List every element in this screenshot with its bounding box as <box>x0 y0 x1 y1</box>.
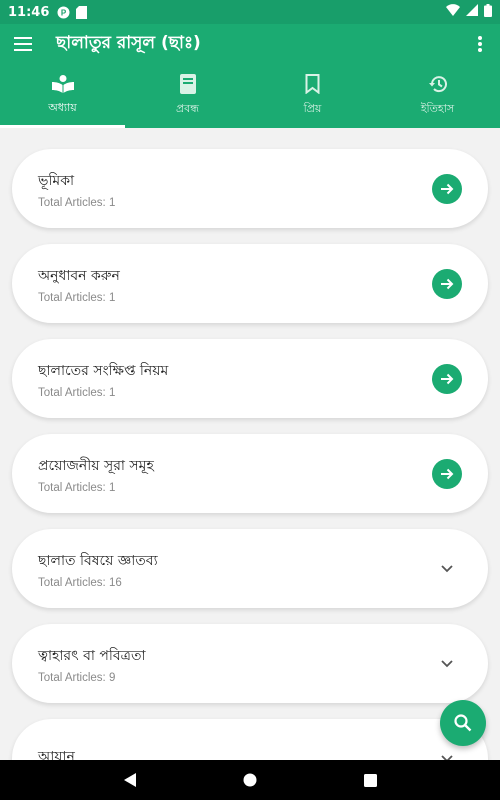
book-icon <box>179 73 196 94</box>
chapter-title: ছালাতের সংক্ষিপ্ত নিয়ম <box>38 362 169 379</box>
tab-label: ইতিহাস <box>420 101 455 115</box>
expand-button[interactable] <box>432 649 462 679</box>
open-chapter-button[interactable] <box>432 173 462 204</box>
tab-label: অধ্যায় <box>48 100 77 114</box>
expand-button[interactable] <box>432 554 462 584</box>
status-bar: 11:46 P <box>0 0 500 24</box>
svg-text:P: P <box>61 8 67 17</box>
chapter-article-count: Total Articles: 1 <box>38 291 116 304</box>
chapter-card[interactable]: ছালাত বিষয়ে জ্ঞাতব্য Total Articles: 16 <box>12 529 488 608</box>
tab-favorites[interactable]: প্রিয় <box>250 64 375 128</box>
chapter-article-count: Total Articles: 9 <box>38 671 116 684</box>
battery-icon <box>484 3 492 21</box>
chapter-title: প্রয়োজনীয় সূরা সমূহ <box>38 457 154 474</box>
chevron-down-icon <box>441 564 453 572</box>
home-icon <box>243 773 257 787</box>
expand-button[interactable] <box>432 744 462 760</box>
chapter-card[interactable]: আযান <box>12 719 488 760</box>
chapter-article-count: Total Articles: 1 <box>38 196 116 209</box>
back-icon <box>124 773 136 787</box>
chapter-title: অনুধাবন করুন <box>38 267 120 284</box>
app-bar: ছালাতুর রাসূল (ছাঃ) <box>0 24 500 64</box>
chapter-card[interactable]: ভূমিকা Total Articles: 1 <box>12 149 488 228</box>
chapter-list: ভূমিকা Total Articles: 1 অনুধাবন করুন To… <box>0 128 500 760</box>
more-vert-icon <box>478 36 482 52</box>
sd-card-icon <box>75 5 88 19</box>
recents-button[interactable] <box>355 765 385 795</box>
hamburger-icon <box>14 37 32 51</box>
chapter-title: ভূমিকা <box>38 172 75 189</box>
chapter-title: ছালাত বিষয়ে জ্ঞাতব্য <box>38 552 158 569</box>
chapter-card[interactable]: ত্বাহারৎ বা পবিত্রতা Total Articles: 9 <box>12 624 488 703</box>
chevron-down-icon <box>441 659 453 667</box>
tab-label: প্রিয় <box>303 101 322 115</box>
chapter-card[interactable]: প্রয়োজনীয় সূরা সমূহ Total Articles: 1 <box>12 434 488 513</box>
chapter-title: ত্বাহারৎ বা পবিত্রতা <box>38 647 146 664</box>
app-title: ছালাতুর রাসূল (ছাঃ) <box>56 33 201 53</box>
arrow-right-icon <box>441 468 454 479</box>
open-chapter-button[interactable] <box>432 268 462 299</box>
search-button[interactable] <box>440 700 486 746</box>
chapter-title: আযান <box>38 748 75 761</box>
chapter-article-count: Total Articles: 16 <box>38 576 122 589</box>
chapter-card[interactable]: অনুধাবন করুন Total Articles: 1 <box>12 244 488 323</box>
chapter-card[interactable]: ছালাতের সংক্ষিপ্ত নিয়ম Total Articles: … <box>12 339 488 418</box>
open-chapter-button[interactable] <box>432 458 462 489</box>
tab-label: প্রবন্ধ <box>175 101 200 115</box>
home-button[interactable] <box>235 765 265 795</box>
tab-chapters[interactable]: অধ্যায় <box>0 64 125 128</box>
status-time: 11:46 <box>8 4 50 20</box>
arrow-right-icon <box>441 373 454 384</box>
signal-icon <box>466 4 478 20</box>
recents-icon <box>363 773 377 787</box>
chapter-article-count: Total Articles: 1 <box>38 386 116 399</box>
back-button[interactable] <box>115 765 145 795</box>
system-nav-bar <box>0 760 500 800</box>
reader-icon <box>51 74 74 93</box>
arrow-right-icon <box>441 183 454 194</box>
tab-bar: অধ্যায় প্রবন্ধ প্রিয় ইতিহাস <box>0 64 500 128</box>
wifi-icon <box>446 4 460 20</box>
chapter-article-count: Total Articles: 1 <box>38 481 116 494</box>
more-options-button[interactable] <box>460 24 500 64</box>
tab-articles[interactable]: প্রবন্ধ <box>125 64 250 128</box>
menu-button[interactable] <box>0 24 46 64</box>
bookmark-icon <box>305 73 320 94</box>
p-icon: P <box>57 6 70 19</box>
open-chapter-button[interactable] <box>432 363 462 394</box>
search-icon <box>454 714 472 732</box>
arrow-right-icon <box>441 278 454 289</box>
history-icon <box>428 75 447 92</box>
tab-history[interactable]: ইতিহাস <box>375 64 500 128</box>
